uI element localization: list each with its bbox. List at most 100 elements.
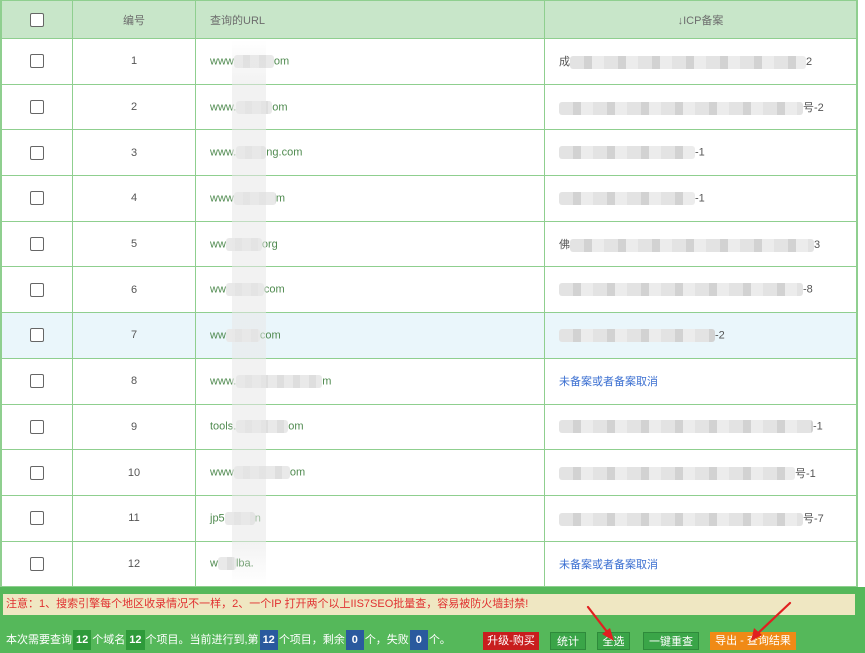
warning-notice: 注意：1、搜索引擎每个地区收录情况不一样，2、一个IP 打开两个以上IIS7SE… xyxy=(3,594,855,615)
row-icp: -2 xyxy=(544,312,857,359)
row-checkbox[interactable] xyxy=(30,145,44,160)
row-icp: 号-1 xyxy=(544,449,857,496)
progress-status: 本次需要查询 12 个域名 12 个项目。当前进行到,第 12 个项目，剩余 0… xyxy=(6,630,451,650)
header-checkbox[interactable] xyxy=(30,12,44,27)
row-number: 6 xyxy=(72,266,196,314)
table-row[interactable]: 3 www. ng.com -1 xyxy=(1,129,857,177)
row-url: www. m xyxy=(195,357,545,405)
row-checkbox-cell xyxy=(1,449,73,496)
url-prefix: ww xyxy=(210,283,226,296)
row-checkbox-cell xyxy=(1,175,73,222)
redacted-icp xyxy=(559,467,795,481)
table-row[interactable]: 10 www om 号-1 xyxy=(1,449,857,496)
row-checkbox[interactable] xyxy=(30,419,44,434)
row-url: www m xyxy=(195,175,545,222)
redacted-url xyxy=(236,420,289,434)
table-row[interactable]: 2 www. om 号-2 xyxy=(1,83,857,131)
icp-suffix: -1 xyxy=(695,192,705,205)
redacted-url xyxy=(236,374,323,388)
export-results-button[interactable]: 导出 - 查询结果 xyxy=(710,632,796,650)
redacted-url xyxy=(233,466,290,480)
row-number: 12 xyxy=(72,540,196,588)
row-number: 7 xyxy=(72,312,196,359)
stats-button[interactable]: 统计 xyxy=(550,632,586,650)
row-url: www om xyxy=(195,449,545,496)
status-text-1: 本次需要查询 xyxy=(6,634,72,646)
row-number: 8 xyxy=(72,357,196,405)
row-checkbox[interactable] xyxy=(30,191,44,206)
current-item-count: 12 xyxy=(259,630,278,650)
url-suffix: om xyxy=(273,55,290,68)
table-row[interactable]: 4 www m -1 xyxy=(1,175,857,222)
redacted-icp xyxy=(559,146,695,160)
table-row[interactable]: 1 www om 成 2 xyxy=(1,38,857,85)
row-icp: 佛3 xyxy=(544,220,857,268)
row-url: www. om xyxy=(195,83,545,131)
row-url: ww com xyxy=(195,312,545,359)
row-url: w lba. xyxy=(195,540,545,588)
status-text-6: 个。 xyxy=(428,634,451,646)
redacted-icp xyxy=(559,420,813,434)
row-checkbox-cell xyxy=(1,357,73,405)
url-suffix: om xyxy=(272,100,288,113)
redacted-url xyxy=(236,100,273,114)
redacted-icp xyxy=(570,238,814,252)
select-all-button[interactable]: 全选 xyxy=(597,632,630,650)
row-checkbox[interactable] xyxy=(30,465,44,480)
table-row[interactable]: 8 www. m 未备案或者备案取消 xyxy=(1,357,857,405)
row-number: 3 xyxy=(72,129,196,177)
row-checkbox-cell xyxy=(1,38,73,85)
icp-status-text: 未备案或者备案取消 xyxy=(559,376,658,389)
row-checkbox[interactable] xyxy=(30,282,44,297)
table-row[interactable]: 12 w lba. 未备案或者备案取消 xyxy=(1,540,857,588)
row-icp: 未备案或者备案取消 xyxy=(544,540,857,588)
row-checkbox[interactable] xyxy=(30,328,44,343)
row-icp: -1 xyxy=(544,403,857,451)
row-checkbox[interactable] xyxy=(30,374,44,389)
header-icp-sort[interactable]: ↓ICP备案 xyxy=(544,0,857,39)
url-prefix: www. xyxy=(210,146,237,159)
table-row[interactable]: 5 ww org 佛 3 xyxy=(1,220,857,268)
status-text-2: 个域名 xyxy=(92,634,126,646)
row-icp: 号-2 xyxy=(544,83,857,131)
row-checkbox-cell xyxy=(1,83,73,131)
row-checkbox[interactable] xyxy=(30,511,44,526)
redacted-url xyxy=(225,328,260,342)
table-row[interactable]: 6 ww com -8 xyxy=(1,266,857,314)
icp-prefix: 佛 xyxy=(559,239,570,252)
table-header-row: 编号 查询的URL ↓ICP备案 xyxy=(1,0,857,39)
icp-suffix: -1 xyxy=(695,146,705,159)
table-row[interactable]: 7 ww com -2 xyxy=(1,312,857,359)
table-row[interactable]: 9 tools. om -1 xyxy=(1,403,857,451)
row-number: 9 xyxy=(72,403,196,451)
row-url: ww org xyxy=(195,220,545,268)
row-icp: 未备案或者备案取消 xyxy=(544,357,857,405)
table-row[interactable]: 11 jp5 n 号-7 xyxy=(1,494,857,542)
icp-suffix: 号-1 xyxy=(795,467,816,480)
row-checkbox[interactable] xyxy=(30,237,44,252)
row-checkbox[interactable] xyxy=(30,556,44,571)
url-suffix: om xyxy=(289,466,306,479)
url-prefix: www xyxy=(210,466,234,479)
row-number: 2 xyxy=(72,83,196,131)
url-prefix: ww xyxy=(210,238,226,250)
row-url: jp5 n xyxy=(195,494,545,542)
row-checkbox[interactable] xyxy=(30,100,44,115)
url-prefix: www. xyxy=(210,100,237,113)
redacted-url xyxy=(217,557,236,571)
status-text-3: 个项目。当前进行到,第 xyxy=(145,634,259,646)
header-url: 查询的URL xyxy=(195,0,545,39)
upgrade-buy-button[interactable]: 升级-购买 xyxy=(483,632,539,650)
redacted-url xyxy=(225,283,264,297)
recheck-all-button[interactable]: 一键重查 xyxy=(643,632,699,650)
row-number: 4 xyxy=(72,175,196,222)
row-number: 10 xyxy=(72,449,196,496)
row-checkbox[interactable] xyxy=(30,54,44,69)
icp-suffix: 号-7 xyxy=(803,513,824,526)
icp-prefix: 成 xyxy=(559,56,570,69)
row-checkbox-cell xyxy=(1,403,73,451)
icp-status-text: 未备案或者备案取消 xyxy=(559,558,658,571)
url-prefix: jp5 xyxy=(210,512,225,525)
row-number: 1 xyxy=(72,38,196,85)
url-prefix: www xyxy=(210,55,234,68)
